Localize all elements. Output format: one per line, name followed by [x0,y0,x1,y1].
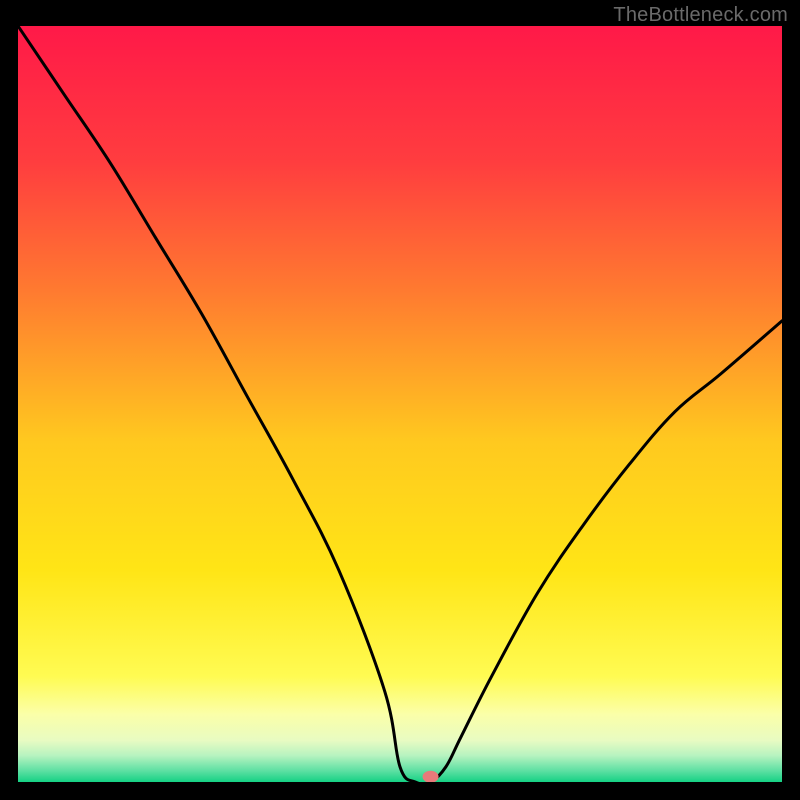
watermark-text: TheBottleneck.com [613,4,788,27]
chart-frame: TheBottleneck.com [0,0,800,800]
plot-area [18,26,782,782]
bottleneck-chart [18,26,782,782]
gradient-background [18,26,782,782]
